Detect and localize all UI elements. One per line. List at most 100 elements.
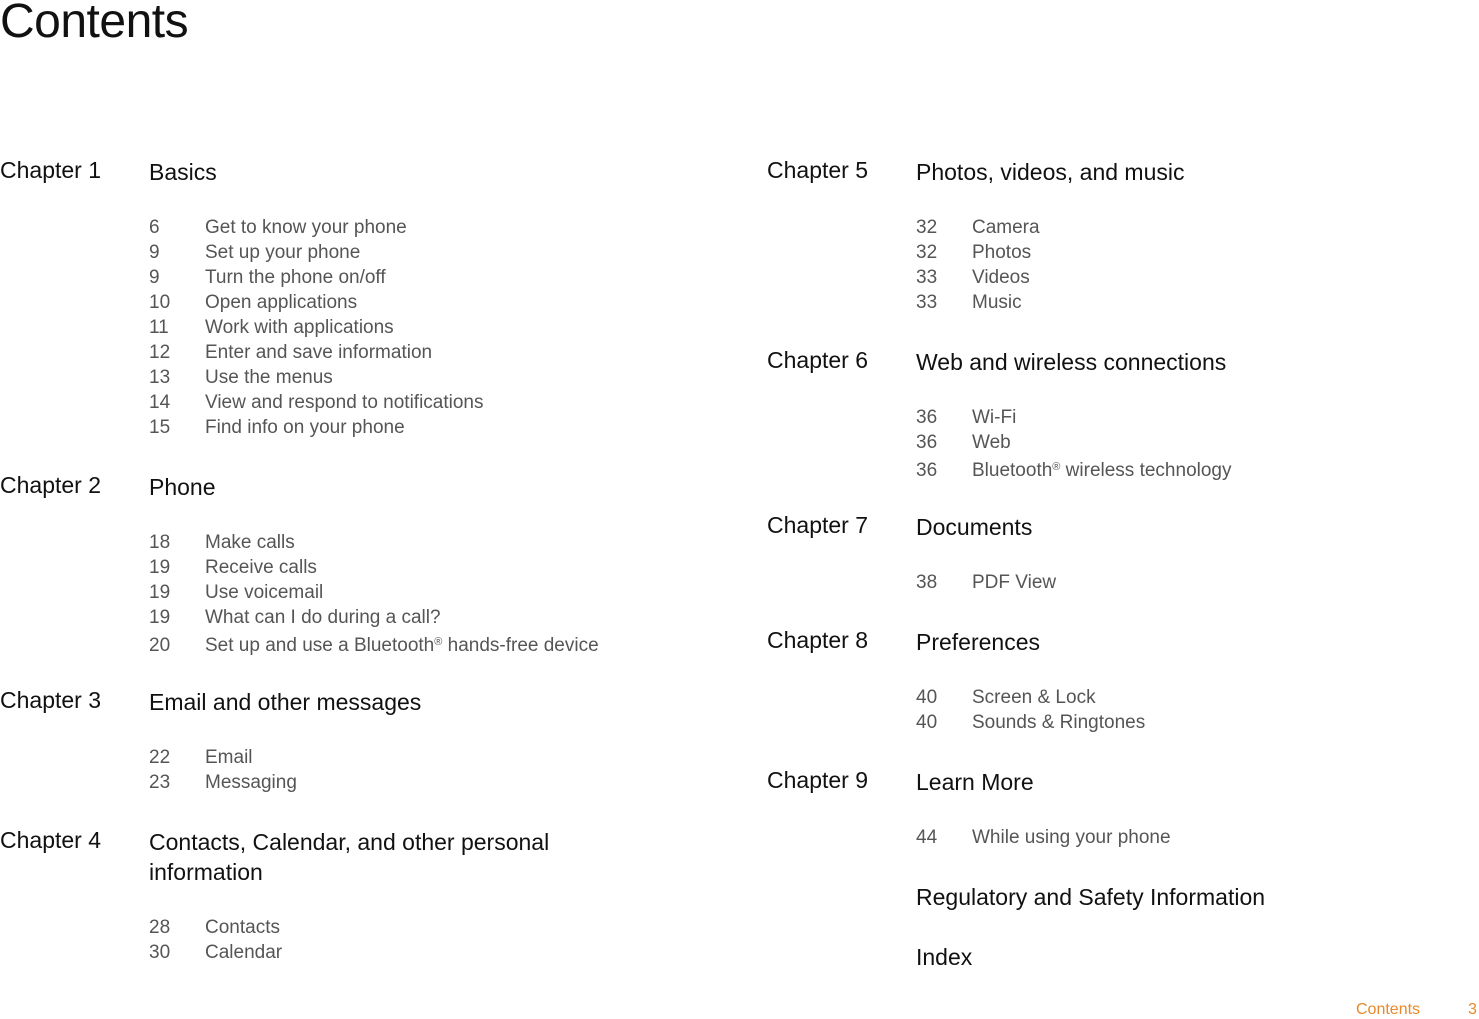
toc-entry[interactable]: 10 Open applications bbox=[149, 290, 484, 315]
chapter-title-link[interactable]: Documents bbox=[916, 512, 1376, 542]
toc-entry[interactable]: 14 View and respond to notifications bbox=[149, 390, 484, 415]
entry-page-number: 23 bbox=[149, 772, 171, 793]
toc-entry[interactable]: 18 Make calls bbox=[149, 530, 599, 555]
entry-page-number: 22 bbox=[149, 747, 171, 768]
entry-page-number: 30 bbox=[149, 942, 171, 963]
chapter-label: Chapter 8 bbox=[767, 627, 869, 653]
entry-page-number: 11 bbox=[149, 317, 169, 338]
entry-text: What can I do during a call? bbox=[205, 607, 441, 628]
toc-entry[interactable]: 44 While using your phone bbox=[916, 825, 1171, 850]
entry-page-number: 20 bbox=[149, 635, 171, 656]
entry-text: Work with applications bbox=[205, 317, 394, 338]
toc-entry[interactable]: 19 What can I do during a call? bbox=[149, 605, 599, 630]
chapter-label: Chapter 7 bbox=[767, 512, 869, 538]
chapter-title-link[interactable]: Email and other messages bbox=[149, 687, 609, 717]
chapter-title-link[interactable]: Learn More bbox=[916, 767, 1376, 797]
entry-text: Music bbox=[972, 292, 1022, 313]
toc-entry[interactable]: 6 Get to know your phone bbox=[149, 215, 484, 240]
entry-list: 40 Screen & Lock 40 Sounds & Ringtones bbox=[916, 685, 1145, 735]
entry-text: PDF View bbox=[972, 572, 1057, 593]
entry-text: Email bbox=[205, 747, 253, 768]
toc-entry[interactable]: 9 Set up your phone bbox=[149, 240, 484, 265]
entry-text: Bluetooth® wireless technology bbox=[972, 460, 1232, 481]
toc-entry[interactable]: 36 Bluetooth® wireless technology bbox=[916, 455, 1232, 481]
entry-text: Use voicemail bbox=[205, 582, 324, 603]
toc-entry[interactable]: 13 Use the menus bbox=[149, 365, 484, 390]
toc-entry[interactable]: 22 Email bbox=[149, 745, 297, 770]
toc-entry[interactable]: 36 Wi-Fi bbox=[916, 405, 1232, 430]
entry-page-number: 38 bbox=[916, 572, 938, 593]
footer-section-label: Contents bbox=[1356, 1001, 1421, 1018]
chapter-title-link[interactable]: Index bbox=[916, 942, 1376, 972]
toc-entry[interactable]: 40 Sounds & Ringtones bbox=[916, 710, 1145, 735]
entry-text: Open applications bbox=[205, 292, 358, 313]
chapter-title-link[interactable]: Web and wireless connections bbox=[916, 347, 1376, 377]
entry-text: Web bbox=[972, 432, 1011, 453]
entry-page-number: 36 bbox=[916, 407, 938, 428]
toc-entry[interactable]: 28 Contacts bbox=[149, 915, 282, 940]
entry-page-number: 9 bbox=[149, 267, 160, 288]
entry-list: 6 Get to know your phone 9 Set up your phon… bbox=[149, 215, 484, 440]
toc-entry[interactable]: 33 Videos bbox=[916, 265, 1040, 290]
entry-page-number: 44 bbox=[916, 827, 938, 848]
entry-text: Enter and save information bbox=[205, 342, 433, 363]
toc-entry[interactable]: 23 Messaging bbox=[149, 770, 297, 795]
entry-text: Camera bbox=[972, 217, 1040, 238]
toc-entry[interactable]: 32 Camera bbox=[916, 215, 1040, 240]
toc-entry[interactable]: 19 Use voicemail bbox=[149, 580, 599, 605]
toc-entry[interactable]: 33 Music bbox=[916, 290, 1040, 315]
entry-page-number: 32 bbox=[916, 217, 938, 238]
entry-page-number: 33 bbox=[916, 267, 938, 288]
chapter-label: Chapter 2 bbox=[0, 472, 102, 498]
entry-list: 44 While using your phone bbox=[916, 825, 1171, 850]
entry-page-number: 33 bbox=[916, 292, 938, 313]
chapter-title-link[interactable]: Preferences bbox=[916, 627, 1376, 657]
entry-list: 18 Make calls 19 Receive calls 19 Use voicema… bbox=[149, 530, 599, 656]
entry-text: Messaging bbox=[205, 772, 297, 793]
entry-page-number: 40 bbox=[916, 687, 938, 708]
chapter-title-link[interactable]: Phone bbox=[149, 472, 609, 502]
entry-page-number: 36 bbox=[916, 432, 938, 453]
toc-entry[interactable]: 11 Work with applications bbox=[149, 315, 484, 340]
entry-text: View and respond to notifications bbox=[205, 392, 484, 413]
toc-entry[interactable]: 32 Photos bbox=[916, 240, 1040, 265]
entry-list: 28 Contacts 30 Calendar bbox=[149, 915, 282, 965]
toc-entry[interactable]: 9 Turn the phone on/off bbox=[149, 265, 484, 290]
toc-entry[interactable]: 20 Set up and use a Bluetooth® hands-free… bbox=[149, 630, 599, 656]
entry-text: While using your phone bbox=[972, 827, 1171, 848]
entry-text: Videos bbox=[972, 267, 1030, 288]
entry-page-number: 28 bbox=[149, 917, 171, 938]
chapter-label: Chapter 5 bbox=[767, 157, 869, 183]
toc-entry[interactable]: 36 Web bbox=[916, 430, 1232, 455]
chapter-label: Chapter 3 bbox=[0, 687, 102, 713]
entry-text: Receive calls bbox=[205, 557, 317, 578]
toc-entry[interactable]: 30 Calendar bbox=[149, 940, 282, 965]
entry-text: Set up and use a Bluetooth® hands-free d… bbox=[205, 635, 599, 656]
chapter-title-link[interactable]: Contacts, Calendar, and other personal i… bbox=[149, 827, 609, 887]
chapter-label: Chapter 9 bbox=[767, 767, 869, 793]
chapter-title-link[interactable]: Photos, videos, and music bbox=[916, 157, 1376, 187]
entry-page-number: 36 bbox=[916, 460, 938, 481]
entry-page-number: 15 bbox=[149, 417, 171, 438]
chapter-title-link[interactable]: Basics bbox=[149, 157, 609, 187]
entry-text: Find info on your phone bbox=[205, 417, 405, 438]
entry-page-number: 14 bbox=[149, 392, 171, 413]
entry-page-number: 18 bbox=[149, 532, 171, 553]
entry-text: Contacts bbox=[205, 917, 280, 938]
entry-list: 38 PDF View bbox=[916, 570, 1056, 595]
entry-text: Use the menus bbox=[205, 367, 333, 388]
entry-page-number: 13 bbox=[149, 367, 171, 388]
entry-page-number: 9 bbox=[149, 242, 160, 263]
toc-entry[interactable]: 15 Find info on your phone bbox=[149, 415, 484, 440]
entry-page-number: 40 bbox=[916, 712, 938, 733]
chapter-title-link[interactable]: Regulatory and Safety Information bbox=[916, 882, 1376, 912]
chapter-label: Chapter 6 bbox=[767, 347, 869, 373]
toc-entry[interactable]: 40 Screen & Lock bbox=[916, 685, 1145, 710]
chapter-label: Chapter 1 bbox=[0, 157, 102, 183]
entry-page-number: 32 bbox=[916, 242, 938, 263]
toc-entry[interactable]: 12 Enter and save information bbox=[149, 340, 484, 365]
entry-list: 36 Wi-Fi 36 Web 36 Bluetooth® wireless techno… bbox=[916, 405, 1232, 481]
toc-entry[interactable]: 19 Receive calls bbox=[149, 555, 599, 580]
entry-text: Calendar bbox=[205, 942, 283, 963]
toc-entry[interactable]: 38 PDF View bbox=[916, 570, 1056, 595]
